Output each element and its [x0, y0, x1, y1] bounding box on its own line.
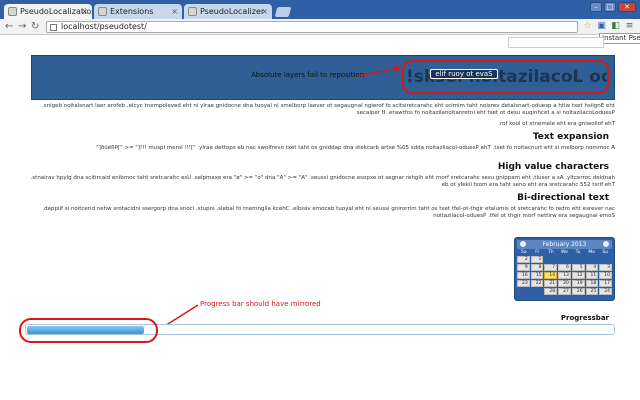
back-arrow-icon[interactable]: ←	[5, 20, 13, 34]
tab-label: PseudoLocalizer	[200, 7, 265, 16]
calendar-day[interactable]: 19	[571, 280, 585, 287]
weekday-label: Fr	[535, 250, 540, 255]
calendar-day[interactable]: 11	[585, 272, 599, 279]
browser-toolbar: ← → ↻ localhost/pseudotest/ ☆ ▣ ◧ ≡	[0, 19, 640, 35]
calendar-day[interactable]: 23	[517, 280, 530, 287]
extension-icon[interactable]: ▣	[596, 21, 607, 32]
calendar-day[interactable]: 15	[530, 272, 544, 279]
close-tab-icon[interactable]: ×	[171, 4, 178, 19]
calendar-day	[599, 256, 612, 263]
page-icon	[188, 7, 197, 16]
date-picker[interactable]: February 2013 Sa Fr Th We Tu Mo Su 2 1 9 8 7 6 5 4 3 16…	[514, 237, 615, 301]
calendar-day	[586, 256, 599, 263]
page-icon	[8, 7, 17, 16]
calendar-day[interactable]: 7	[544, 264, 558, 271]
calendar-day[interactable]: 28	[544, 288, 558, 295]
calendar-day	[572, 256, 585, 263]
star-icon[interactable]: ☆	[582, 21, 593, 32]
calendar-day[interactable]: 17	[599, 280, 612, 287]
window-controls: – □ ✕	[590, 2, 636, 12]
page-icon	[50, 24, 57, 31]
paragraph-text-expansion: "]ðûëßÞ[" >= "]!!! muspi merol !!![" .yl…	[96, 145, 615, 151]
calendar-day[interactable]: 14	[544, 272, 558, 279]
calendar-day	[544, 256, 557, 263]
calendar-day	[531, 288, 544, 295]
tab-pseudolocalization[interactable]: PseudoLocalization ×	[4, 4, 92, 19]
search-input[interactable]	[508, 37, 604, 48]
weekday-label: Mo	[588, 250, 595, 255]
minimize-icon[interactable]: –	[590, 2, 602, 12]
calendar-day[interactable]: 16	[517, 272, 530, 279]
calendar-day[interactable]: 1	[530, 256, 544, 263]
wrench-icon[interactable]: ≡	[624, 21, 635, 32]
calendar-day[interactable]: 3	[599, 264, 612, 271]
weekday-label: Tu	[575, 250, 581, 255]
close-tab-icon[interactable]: ×	[81, 4, 88, 19]
calendar-day[interactable]: 9	[517, 264, 530, 271]
calendar-day[interactable]: 6	[558, 264, 571, 271]
paragraph-elements: .rof kool ot stnemele eht era gniwollof …	[498, 121, 615, 127]
calendar-day[interactable]: 26	[571, 288, 585, 295]
progress-annotation: Progress bar should have mirrored	[200, 300, 321, 308]
weekday-label: Sa	[520, 250, 527, 255]
prev-month-icon[interactable]	[520, 241, 526, 247]
calendar-day[interactable]: 12	[571, 272, 585, 279]
extension-icon-2[interactable]: ◧	[610, 21, 621, 32]
tab-label: Extensions	[110, 7, 154, 16]
extension-tooltip: Instant Pseud	[599, 33, 640, 44]
calendar-day	[517, 288, 530, 295]
paragraph-high-value: .stnairav hpylg dna scitircaid enibmoc t…	[30, 175, 615, 188]
reload-icon[interactable]: ↻	[31, 20, 39, 34]
paragraph-bidi: .deppilf si noitcerid nehw srotacidni ss…	[42, 206, 615, 219]
calendar-day[interactable]: 4	[585, 264, 599, 271]
calendar-day[interactable]: 5	[571, 264, 585, 271]
annotation-ellipse	[402, 60, 609, 94]
calendar-day[interactable]: 27	[558, 288, 571, 295]
new-tab-button[interactable]	[274, 7, 292, 17]
weekday-label: Su	[602, 250, 609, 255]
weekday-label: Th	[548, 250, 554, 255]
calendar-month-label: February 2013	[542, 241, 587, 248]
calendar-day[interactable]: 13	[558, 272, 571, 279]
paragraph-intro: .snigeb noitalsnart laer erofeb ,elcyc t…	[42, 103, 615, 116]
calendar-day[interactable]: 10	[599, 272, 612, 279]
calendar-day[interactable]: 18	[585, 280, 599, 287]
url-text: localhost/pseudotest/	[61, 22, 147, 31]
calendar-day	[558, 256, 571, 263]
heading-text-expansion: Text expansion	[532, 132, 609, 142]
heading-bidi: Bi-directional text	[517, 193, 609, 203]
calendar-day[interactable]: 24	[599, 288, 612, 295]
calendar-days: 2 1 9 8 7 6 5 4 3 16 15 14 13 12 11 10 23 22 21 20 19 18 17 28 2…	[517, 256, 612, 295]
banner-annotation: Absolute layers fail to reposition	[251, 71, 365, 79]
heading-high-value: High value characters	[497, 162, 609, 172]
tab-extensions[interactable]: Extensions ×	[94, 4, 182, 19]
calendar-day[interactable]: 21	[544, 280, 558, 287]
progressbar-label: Progressbar	[560, 314, 609, 322]
maximize-icon[interactable]: □	[604, 2, 616, 12]
calendar-day[interactable]: 20	[558, 280, 571, 287]
puzzle-icon	[98, 7, 107, 16]
calendar-day[interactable]: 8	[530, 264, 544, 271]
calendar-day[interactable]: 22	[530, 280, 544, 287]
close-tab-icon[interactable]: ×	[261, 4, 268, 19]
weekday-label: We	[561, 250, 568, 255]
next-month-icon[interactable]	[603, 241, 609, 247]
tab-strip: PseudoLocalization × Extensions × Pseudo…	[0, 0, 640, 19]
tab-pseudolocalizer[interactable]: PseudoLocalizer ×	[184, 4, 272, 19]
calendar-weekdays: Sa Fr Th We Tu Mo Su	[517, 249, 612, 256]
forward-arrow-icon[interactable]: →	[18, 20, 26, 34]
close-window-icon[interactable]: ✕	[618, 2, 636, 12]
calendar-day[interactable]: 2	[517, 256, 530, 263]
annotation-ellipse-progress	[19, 318, 158, 343]
calendar-day[interactable]: 25	[585, 288, 599, 295]
calendar-header: February 2013	[517, 240, 612, 249]
address-bar[interactable]: localhost/pseudotest/	[46, 21, 578, 33]
